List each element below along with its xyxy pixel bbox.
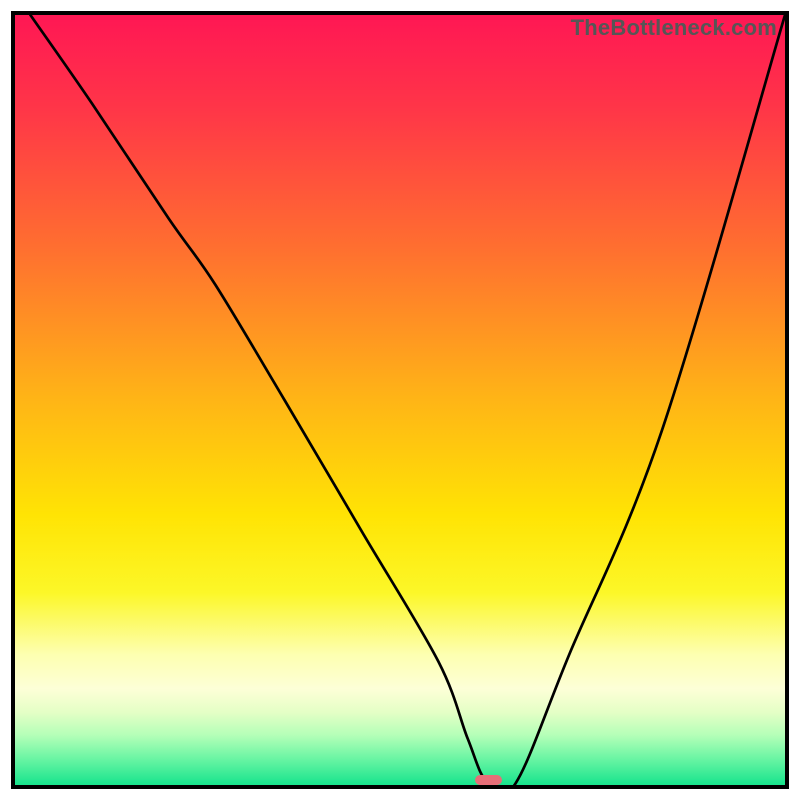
- bottleneck-curve: [15, 15, 785, 785]
- optimum-marker: [475, 775, 502, 785]
- watermark-text: TheBottleneck.com: [571, 15, 777, 41]
- chart-frame: TheBottleneck.com: [11, 11, 789, 789]
